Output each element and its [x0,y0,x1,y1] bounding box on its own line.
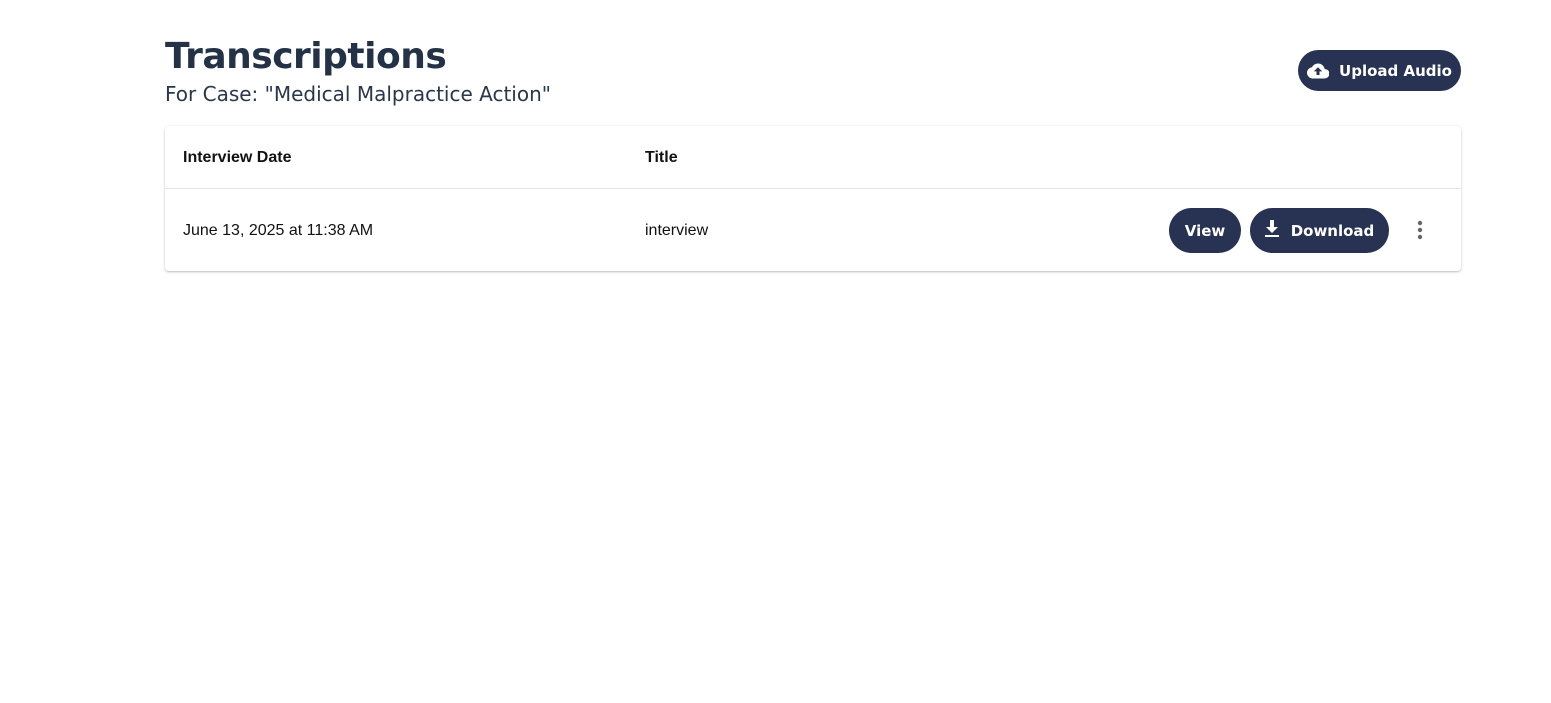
column-header-title: Title [645,149,678,166]
more-vert-icon [1417,220,1423,243]
table-row: June 13, 2025 at 11:38 AM interview View… [165,190,1461,271]
upload-audio-button[interactable]: Upload Audio [1298,50,1461,91]
more-options-button[interactable] [1403,214,1437,248]
cell-interview-date: June 13, 2025 at 11:38 AM [183,222,374,239]
download-button[interactable]: Download [1250,208,1389,253]
table-header: Interview Date Title [165,126,1461,189]
view-button[interactable]: View [1169,208,1241,253]
upload-audio-label: Upload Audio [1339,61,1452,80]
page-subtitle: For Case: "Medical Malpractice Action" [165,82,551,106]
download-label: Download [1290,221,1375,240]
download-icon [1264,220,1279,241]
column-header-interview-date: Interview Date [183,149,292,166]
page-title: Transcriptions [165,36,447,77]
transcriptions-table: Interview Date Title June 13, 2025 at 11… [165,126,1461,271]
cell-title: interview [645,222,709,239]
cloud-upload-icon [1307,63,1330,79]
transcriptions-page: Transcriptions For Case: "Medical Malpra… [0,0,1551,703]
page-header: Transcriptions For Case: "Medical Malpra… [165,36,1461,112]
